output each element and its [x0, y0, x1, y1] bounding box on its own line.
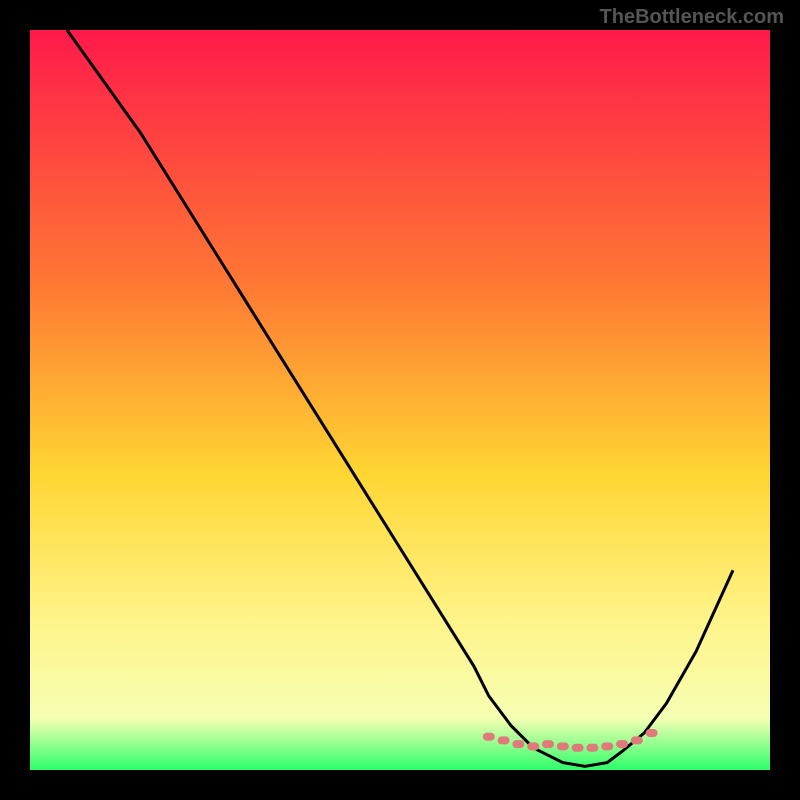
optimal-marker — [498, 736, 510, 744]
bottleneck-chart — [0, 0, 800, 800]
optimal-marker — [601, 742, 613, 750]
optimal-marker — [527, 742, 539, 750]
plot-background — [30, 30, 770, 770]
optimal-marker — [646, 729, 658, 737]
chart-container: TheBottleneck.com — [0, 0, 800, 800]
optimal-marker — [483, 733, 495, 741]
optimal-marker — [631, 736, 643, 744]
optimal-marker — [512, 740, 524, 748]
watermark-text: TheBottleneck.com — [600, 6, 784, 29]
optimal-marker — [542, 740, 554, 748]
optimal-marker — [557, 742, 569, 750]
optimal-marker — [616, 740, 628, 748]
optimal-marker — [586, 744, 598, 752]
optimal-marker — [572, 744, 584, 752]
